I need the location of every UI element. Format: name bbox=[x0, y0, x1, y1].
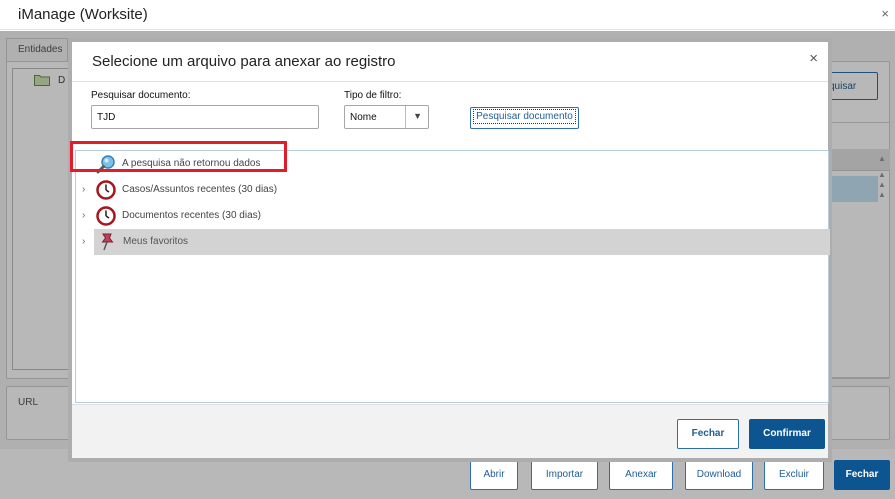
select-divider bbox=[405, 106, 406, 128]
chevron-right-icon[interactable]: › bbox=[82, 210, 85, 221]
delete-button[interactable]: Excluir bbox=[764, 460, 824, 490]
clock-icon bbox=[96, 206, 116, 226]
window-title: iManage (Worksite) bbox=[18, 6, 148, 23]
tree-item-label: Documentos recentes (30 dias) bbox=[122, 210, 261, 221]
download-button[interactable]: Download bbox=[685, 460, 753, 490]
dialog-close-icon[interactable]: × bbox=[809, 50, 818, 67]
search-document-label: Pesquisar documento: bbox=[91, 90, 191, 101]
search-document-button-label: Pesquisar documento bbox=[473, 109, 576, 124]
confirm-button[interactable]: Confirmar bbox=[749, 419, 825, 449]
annotation-highlight-box bbox=[70, 141, 287, 172]
tree-item-label: Meus favoritos bbox=[123, 236, 189, 247]
select-file-dialog: Selecione um arquivo para anexar ao regi… bbox=[68, 38, 832, 462]
filter-type-select[interactable]: Nome ▼ bbox=[344, 105, 429, 129]
chevron-right-icon[interactable]: › bbox=[82, 184, 85, 195]
dialog-close-button[interactable]: Fechar bbox=[677, 419, 739, 449]
import-button[interactable]: Importar bbox=[531, 460, 598, 490]
search-document-input[interactable]: TJD bbox=[91, 105, 319, 129]
window-close-button[interactable]: Fechar bbox=[834, 460, 890, 490]
attach-button[interactable]: Anexar bbox=[609, 460, 673, 490]
clock-icon bbox=[96, 180, 116, 200]
tree-item-label: Casos/Assuntos recentes (30 dias) bbox=[122, 184, 278, 195]
open-button[interactable]: Abrir bbox=[470, 460, 518, 490]
window-close-icon[interactable]: × bbox=[881, 6, 889, 21]
dialog-footer: Fechar Confirmar bbox=[72, 404, 828, 458]
chevron-right-icon[interactable]: › bbox=[82, 236, 85, 247]
tree-item-recent-documents[interactable]: › Documentos recentes (30 dias) bbox=[76, 203, 828, 229]
dialog-title: Selecione um arquivo para anexar ao regi… bbox=[92, 53, 396, 70]
chevron-down-icon: ▼ bbox=[413, 111, 422, 121]
filter-type-label: Tipo de filtro: bbox=[344, 90, 402, 101]
filter-type-value: Nome bbox=[350, 112, 377, 123]
window-titlebar: iManage (Worksite) × bbox=[0, 0, 895, 30]
pushpin-icon bbox=[101, 233, 114, 251]
tree-item-favorites[interactable]: Meus favoritos bbox=[94, 229, 830, 255]
results-tree: A pesquisa não retornou dados › Casos/As… bbox=[75, 150, 830, 403]
dialog-header: Selecione um arquivo para anexar ao regi… bbox=[72, 42, 828, 82]
search-document-button[interactable]: Pesquisar documento bbox=[470, 107, 579, 129]
tree-item-recent-cases[interactable]: › Casos/Assuntos recentes (30 dias) bbox=[76, 177, 828, 203]
